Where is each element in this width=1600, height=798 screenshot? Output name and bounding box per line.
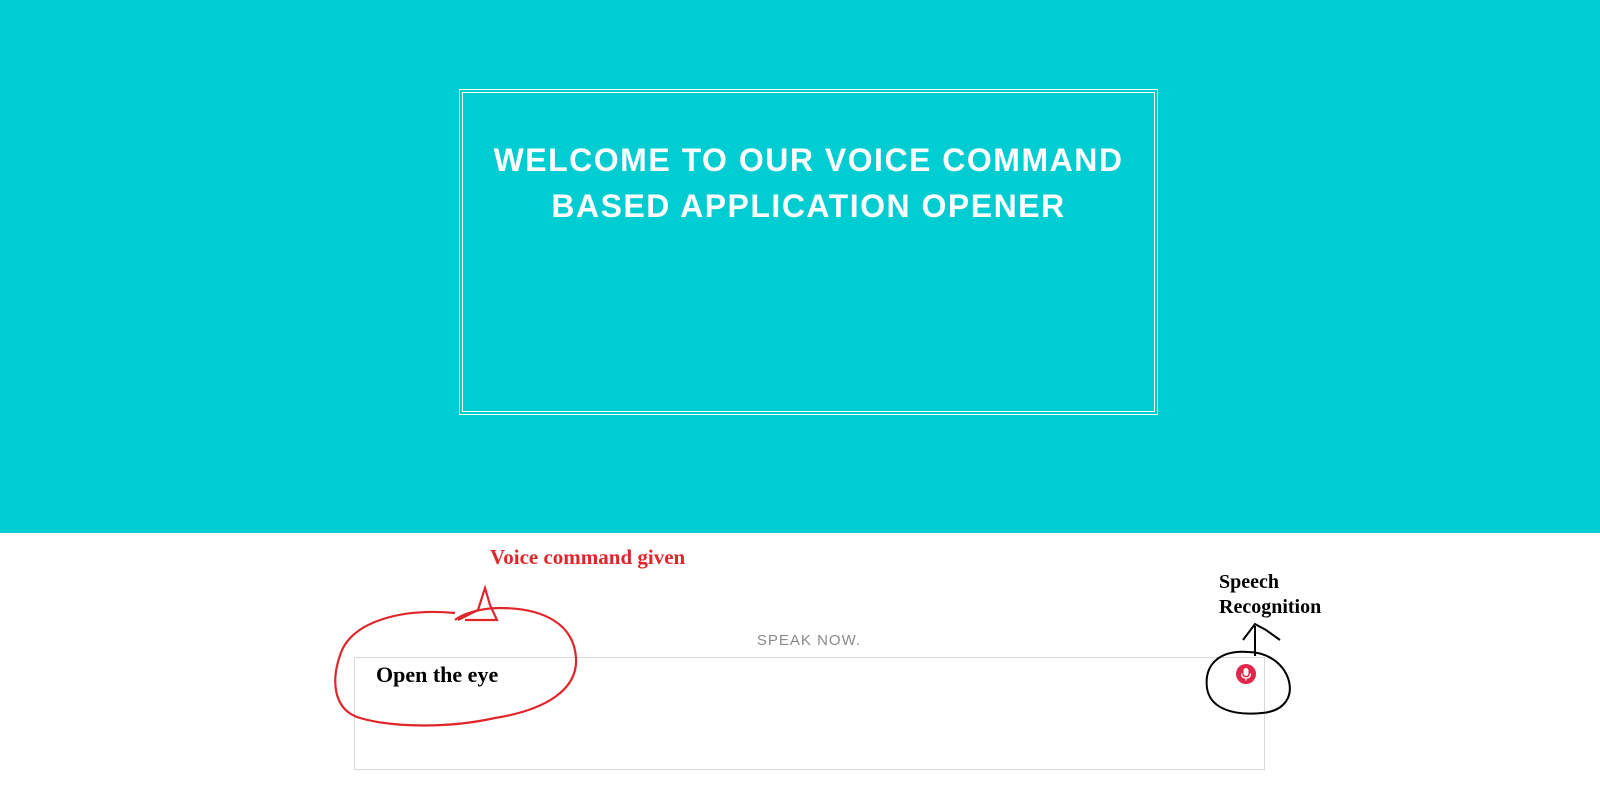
black-arrow-annotation bbox=[1242, 622, 1281, 656]
transcript-field[interactable]: Open the eye bbox=[354, 657, 1265, 770]
red-arrow-annotation bbox=[457, 584, 499, 622]
transcript-text: Open the eye bbox=[376, 662, 499, 687]
speech-recognition-annotation: Speech Recognition bbox=[1219, 571, 1322, 618]
microphone-icon bbox=[1240, 668, 1252, 681]
microphone-button[interactable] bbox=[1236, 664, 1256, 684]
welcome-title: WELCOME TO OUR VOICE COMMAND BASED APPLI… bbox=[493, 142, 1124, 224]
welcome-box: WELCOME TO OUR VOICE COMMAND BASED APPLI… bbox=[459, 89, 1158, 415]
speak-now-label: SPEAK NOW. bbox=[756, 632, 862, 649]
hero-banner: WELCOME TO OUR VOICE COMMAND BASED APPLI… bbox=[0, 0, 1600, 533]
voice-command-annotation: Voice command given bbox=[490, 545, 686, 569]
